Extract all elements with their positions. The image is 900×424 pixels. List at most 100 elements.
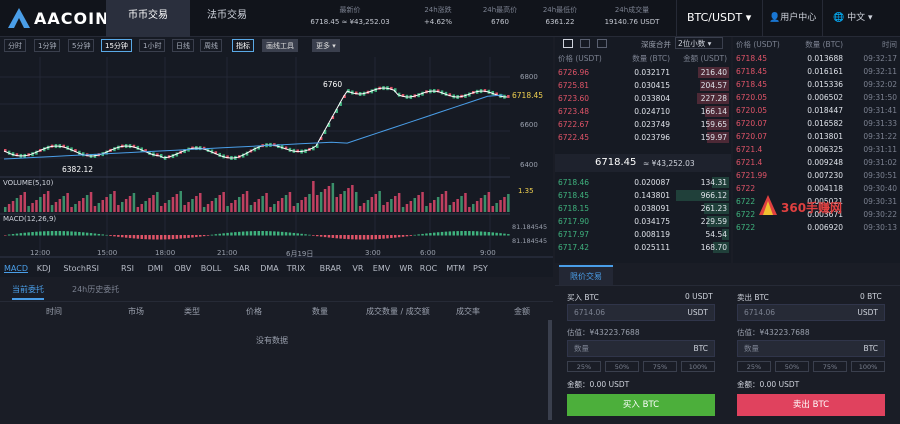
volume-bar bbox=[382, 205, 385, 212]
indicator-vr[interactable]: VR bbox=[352, 264, 363, 273]
interval-1w[interactable]: 周线 bbox=[200, 39, 222, 52]
language-menu[interactable]: 🌐 中文 ▾ bbox=[822, 0, 900, 37]
nav-tab-otc[interactable]: 法币交易 bbox=[190, 0, 264, 37]
interval-15m[interactable]: 15分钟 bbox=[101, 39, 132, 52]
ask-row[interactable]: 6725.81 0.030415 204.57 bbox=[555, 79, 731, 92]
volume-bar bbox=[39, 197, 42, 212]
indicator-rsi[interactable]: RSI bbox=[121, 264, 134, 273]
volume-bar bbox=[163, 203, 167, 212]
drawing-tools-button[interactable]: 画线工具 bbox=[262, 39, 298, 52]
sell-pct-50[interactable]: 50% bbox=[775, 361, 809, 372]
indicator-obv[interactable]: OBV bbox=[174, 264, 191, 273]
interval-5m[interactable]: 5分钟 bbox=[68, 39, 95, 52]
indicator-dma[interactable]: DMA bbox=[260, 264, 279, 273]
macd-bar bbox=[343, 235, 346, 239]
indicator-wr[interactable]: WR bbox=[399, 264, 412, 273]
volume-bar bbox=[222, 192, 225, 212]
indicator-kdj[interactable]: KDJ bbox=[37, 264, 51, 273]
book-view-asks-icon[interactable] bbox=[597, 39, 607, 48]
indicator-trix[interactable]: TRIX bbox=[287, 264, 305, 273]
book-view-both-icon[interactable] bbox=[563, 39, 573, 48]
trade-price: 6722 bbox=[736, 197, 756, 206]
indicator-brar[interactable]: BRAR bbox=[320, 264, 342, 273]
volume-bar bbox=[491, 206, 494, 212]
sell-pct-75[interactable]: 75% bbox=[813, 361, 847, 372]
sell-pct-25[interactable]: 25% bbox=[737, 361, 771, 372]
indicator-boll[interactable]: BOLL bbox=[201, 264, 222, 273]
buy-quantity-input[interactable]: 数量 BTC bbox=[567, 340, 715, 357]
interval-1m[interactable]: 1分钟 bbox=[34, 39, 61, 52]
volume-bar bbox=[300, 200, 303, 212]
pair-selector[interactable]: BTC/USDT ▾ bbox=[676, 0, 762, 37]
macd-bar bbox=[117, 235, 120, 237]
volume-bar bbox=[152, 195, 155, 212]
interval-timeline[interactable]: 分时 bbox=[4, 39, 26, 52]
col-time: 时间 bbox=[46, 307, 62, 316]
tab-history-orders[interactable]: 24h历史委托 bbox=[72, 280, 119, 300]
mid-price-row: 6718.45 ≈ ¥43,252.03 bbox=[555, 154, 731, 172]
buy-pct-50[interactable]: 50% bbox=[605, 361, 639, 372]
ask-row[interactable]: 6722.45 0.023796 159.97 bbox=[555, 131, 731, 144]
buy-pct-25[interactable]: 25% bbox=[567, 361, 601, 372]
trade-price: 6720.05 bbox=[736, 106, 768, 115]
sell-pct-100[interactable]: 100% bbox=[851, 361, 885, 372]
book-view-bids-icon[interactable] bbox=[580, 39, 590, 48]
nav-tab-spot[interactable]: 币币交易 bbox=[106, 0, 190, 37]
bid-row[interactable]: 6717.42 0.025111 168.70 bbox=[555, 241, 731, 254]
volume-bar bbox=[413, 198, 416, 212]
orders-scrollbar[interactable] bbox=[548, 320, 552, 420]
indicator-stochrsi[interactable]: StochRSI bbox=[63, 264, 99, 273]
ask-row[interactable]: 6722.67 0.023749 159.65 bbox=[555, 118, 731, 131]
indicator-emv[interactable]: EMV bbox=[373, 264, 390, 273]
ask-row[interactable]: 6723.60 0.033804 227.28 bbox=[555, 92, 731, 105]
bid-row[interactable]: 6717.97 0.008119 54.54 bbox=[555, 228, 731, 241]
bid-row[interactable]: 6718.15 0.038091 261.23 bbox=[555, 202, 731, 215]
indicator-sar[interactable]: SAR bbox=[234, 264, 250, 273]
ask-qty: 0.030415 bbox=[634, 81, 670, 90]
macd-bar bbox=[288, 232, 292, 236]
volume-bar bbox=[199, 193, 202, 212]
buy-button[interactable]: 买入 BTC bbox=[567, 394, 715, 416]
interval-1d[interactable]: 日线 bbox=[172, 39, 194, 52]
ask-qty: 0.023796 bbox=[634, 133, 670, 142]
ask-row[interactable]: 6726.96 0.032171 216.40 bbox=[555, 66, 731, 79]
mid-price: 6718.45 bbox=[595, 157, 637, 168]
globe-icon: 🌐 bbox=[833, 13, 845, 23]
macd-bar bbox=[222, 233, 225, 236]
more-button[interactable]: 更多 ▾ bbox=[312, 39, 340, 52]
macd-bar bbox=[409, 235, 413, 236]
sell-quantity-input[interactable]: 数量 BTC bbox=[737, 340, 885, 357]
user-center-menu[interactable]: 👤用户中心 ▾ bbox=[762, 0, 822, 59]
sell-price-input[interactable]: 6714.06 USDT bbox=[737, 304, 885, 321]
buy-price-input[interactable]: 6714.06 USDT bbox=[567, 304, 715, 321]
buy-pct-75[interactable]: 75% bbox=[643, 361, 677, 372]
bid-row[interactable]: 6717.90 0.034175 229.59 bbox=[555, 215, 731, 228]
volume-bar bbox=[397, 193, 401, 212]
depth-select[interactable]: 2位小数 ▾ bbox=[675, 37, 723, 49]
indicator-roc[interactable]: ROC bbox=[420, 264, 437, 273]
indicator-button[interactable]: 指标 bbox=[232, 39, 254, 52]
low-price-label: 6382.12 bbox=[62, 165, 94, 174]
tab-current-orders[interactable]: 当前委托 bbox=[12, 280, 44, 300]
ask-row[interactable]: 6723.48 0.024710 166.14 bbox=[555, 105, 731, 118]
indicator-macd[interactable]: MACD bbox=[4, 264, 28, 273]
tab-limit-order[interactable]: 限价交易 bbox=[559, 265, 613, 285]
ask-price: 6725.81 bbox=[558, 81, 590, 90]
indicator-dmi[interactable]: DMI bbox=[148, 264, 163, 273]
indicator-psy[interactable]: PSY bbox=[473, 264, 488, 273]
macd-bar bbox=[499, 233, 502, 236]
macd-bar bbox=[121, 235, 124, 238]
trade-price: 6721.4 bbox=[736, 145, 763, 154]
buy-pct-100[interactable]: 100% bbox=[681, 361, 715, 372]
macd-bar bbox=[394, 235, 397, 238]
trade-qty: 0.018447 bbox=[807, 106, 843, 115]
ticker-high: 24h最高价 6760 bbox=[482, 6, 518, 26]
bid-price: 6718.46 bbox=[558, 178, 590, 187]
bid-qty: 0.034175 bbox=[634, 217, 670, 226]
sell-button[interactable]: 卖出 BTC bbox=[737, 394, 885, 416]
indicator-mtm[interactable]: MTM bbox=[446, 264, 465, 273]
interval-1h[interactable]: 1小时 bbox=[139, 39, 166, 52]
bid-row[interactable]: 6718.45 0.143801 966.12 bbox=[555, 189, 731, 202]
kline-chart[interactable]: 分时 1分钟 5分钟 15分钟 1小时 日线 周线 指标 画线工具 更多 ▾ 6… bbox=[0, 37, 553, 277]
bid-row[interactable]: 6718.46 0.020087 134.31 bbox=[555, 176, 731, 189]
